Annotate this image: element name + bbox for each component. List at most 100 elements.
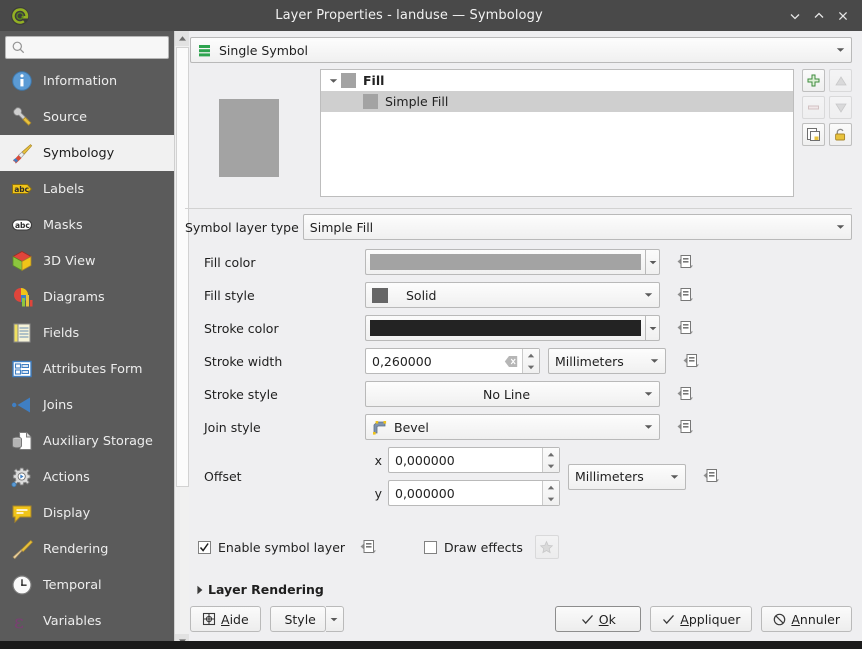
simple-fill-form: Fill color: [190, 249, 862, 513]
sidebar-item-information[interactable]: Information: [0, 63, 174, 99]
stroke-style-combo[interactable]: No Line: [365, 381, 660, 407]
sidebar-scrollbar[interactable]: [174, 31, 189, 649]
stroke-width-stepper[interactable]: [522, 349, 539, 373]
remove-symbol-layer-button[interactable]: [802, 96, 825, 119]
chevron-down-icon: [833, 47, 847, 53]
stroke-width-data-defined-override-icon[interactable]: [680, 350, 702, 372]
stroke-width-spinbox[interactable]: 0,260000: [365, 348, 540, 374]
draw-effects-checkbox-box[interactable]: [424, 541, 437, 554]
stepper-down-icon[interactable]: [543, 460, 559, 472]
move-down-button[interactable]: [829, 96, 852, 119]
sidebar-item-actions[interactable]: Actions: [0, 459, 174, 495]
sidebar-item-symbology[interactable]: Symbology: [0, 135, 174, 171]
fill-style-combo[interactable]: Solid: [365, 282, 660, 308]
stepper-up-icon[interactable]: [523, 349, 539, 361]
check-icon: [581, 613, 594, 626]
sidebar-item-fields[interactable]: Fields: [0, 315, 174, 351]
sidebar-item-auxiliary-storage[interactable]: Auxiliary Storage: [0, 423, 174, 459]
chevron-down-icon: [833, 224, 847, 230]
stroke-color-row: Stroke color: [190, 315, 862, 341]
sidebar-item-labels[interactable]: abcLabels: [0, 171, 174, 207]
draw-effects-checkbox[interactable]: Draw effects: [424, 540, 523, 555]
search-box[interactable]: [5, 36, 169, 59]
stroke-color-data-defined-override-icon[interactable]: [674, 317, 696, 339]
symbol-layer-type-combo[interactable]: Simple Fill: [303, 214, 852, 240]
sidebar-item-temporal[interactable]: Temporal: [0, 567, 174, 603]
style-button[interactable]: Style: [270, 606, 326, 632]
close-button[interactable]: [831, 4, 855, 28]
star-effects-icon[interactable]: [535, 535, 559, 559]
scroll-up-arrow-icon[interactable]: [175, 31, 189, 46]
scrollbar-thumb[interactable]: [176, 47, 189, 487]
lock-layer-button[interactable]: [829, 123, 852, 146]
offset-x-spinbox[interactable]: 0,000000: [388, 447, 560, 473]
sidebar-item-attributes-form[interactable]: Attributes Form: [0, 351, 174, 387]
symbol-tree-row-label: Simple Fill: [385, 94, 448, 109]
triangle-right-icon[interactable]: [192, 585, 208, 595]
cancel-button[interactable]: Annuler: [761, 606, 852, 632]
stepper-up-icon[interactable]: [543, 448, 559, 460]
sidebar-item-diagrams[interactable]: Diagrams: [0, 279, 174, 315]
offset-x-label: x: [365, 453, 382, 468]
sidebar-item-source[interactable]: Source: [0, 99, 174, 135]
stepper-down-icon[interactable]: [523, 361, 539, 373]
stroke-width-unit-combo[interactable]: Millimeters: [548, 348, 666, 374]
layer-properties-dialog: Layer Properties - landuse — Symbology: [0, 0, 862, 649]
fill-color-data-defined-override-icon[interactable]: [674, 251, 696, 273]
offset-row: Offset x 0,000000 y: [190, 447, 862, 506]
move-up-button[interactable]: [829, 69, 852, 92]
offset-unit-combo[interactable]: Millimeters: [568, 464, 686, 490]
help-button[interactable]: Aide: [190, 606, 261, 632]
clear-icon[interactable]: [503, 353, 520, 370]
duplicate-button[interactable]: [802, 123, 825, 146]
fill-color-dropdown[interactable]: [645, 249, 660, 275]
sidebar-item-label: Labels: [43, 182, 84, 197]
sidebar-item-label: Symbology: [43, 146, 114, 161]
stepper-up-icon[interactable]: [543, 481, 559, 493]
sidebar-item-display[interactable]: Display: [0, 495, 174, 531]
sidebar-item-3d-view[interactable]: 3D View: [0, 243, 174, 279]
minimize-button[interactable]: [783, 4, 807, 28]
stroke-color-dropdown[interactable]: [645, 315, 660, 341]
maximize-button[interactable]: [807, 4, 831, 28]
join-style-combo[interactable]: Bevel: [365, 414, 660, 440]
sidebar-item-masks[interactable]: abcMasks: [0, 207, 174, 243]
symbol-layer-tree[interactable]: Fill Simple Fill: [320, 69, 794, 197]
stroke-width-label: Stroke width: [190, 354, 365, 369]
sidebar-item-label: Temporal: [43, 578, 102, 593]
renderer-row: Single Symbol: [190, 37, 852, 63]
symbol-tree-row[interactable]: Simple Fill: [321, 91, 793, 112]
sidebar-item-label: Fields: [43, 326, 79, 341]
sidebar-item-variables[interactable]: εVariables: [0, 603, 174, 639]
apply-button[interactable]: Appliquer: [650, 606, 752, 632]
offset-x-stepper[interactable]: [542, 448, 559, 472]
ok-button[interactable]: Ok: [555, 606, 641, 632]
offset-data-defined-override-icon[interactable]: [700, 466, 722, 488]
join-style-data-defined-override-icon[interactable]: [674, 416, 696, 438]
chevron-down-icon[interactable]: [325, 73, 341, 89]
sidebar-item-joins[interactable]: Joins: [0, 387, 174, 423]
diagrams-chart-icon: [10, 285, 34, 309]
add-symbol-layer-button[interactable]: [802, 69, 825, 92]
symbol-tree-row[interactable]: Fill: [321, 70, 793, 91]
fill-color-button[interactable]: [365, 249, 660, 275]
style-dropdown-arrow[interactable]: [326, 606, 344, 632]
offset-y-stepper[interactable]: [542, 481, 559, 505]
stepper-down-icon[interactable]: [543, 493, 559, 505]
symbol-layer-type-row: Symbol layer type Simple Fill: [185, 214, 852, 240]
layer-rendering-section[interactable]: Layer Rendering: [192, 582, 324, 597]
stroke-color-button[interactable]: [365, 315, 660, 341]
stroke-style-data-defined-override-icon[interactable]: [674, 383, 696, 405]
window-titlebar: Layer Properties - landuse — Symbology: [0, 0, 862, 31]
sidebar-item-rendering[interactable]: Rendering: [0, 531, 174, 567]
enable-symbol-layer-checkbox[interactable]: Enable symbol layer: [190, 540, 345, 555]
fill-style-data-defined-override-icon[interactable]: [674, 284, 696, 306]
qgis-logo-icon: [4, 6, 35, 26]
renderer-value: Single Symbol: [219, 43, 833, 58]
stroke-width-unit-value: Millimeters: [555, 354, 647, 369]
search-input[interactable]: [26, 39, 163, 55]
enable-symbol-layer-checkbox-box[interactable]: [198, 541, 211, 554]
renderer-combo[interactable]: Single Symbol: [190, 37, 852, 63]
enable-symbol-layer-data-defined-override-icon[interactable]: [357, 536, 379, 558]
offset-y-spinbox[interactable]: 0,000000: [388, 480, 560, 506]
